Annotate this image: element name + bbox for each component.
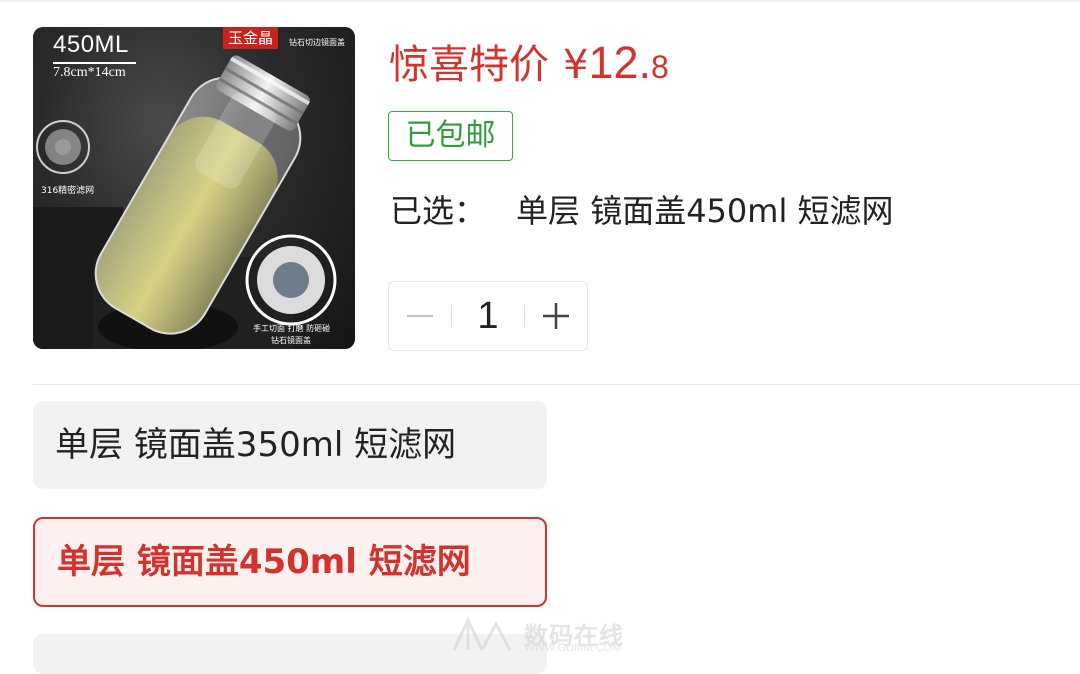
price-label: 惊喜特价 bbox=[389, 42, 549, 88]
selected-value: 单层 镜面盖450ml 短滤网 bbox=[516, 192, 894, 230]
section-divider bbox=[33, 384, 1080, 385]
top-divider bbox=[0, 0, 1080, 2]
lid-name-caption: 钻石镜面盖 bbox=[271, 336, 311, 345]
quantity-stepper: 1 bbox=[388, 281, 588, 351]
lid-detail-caption: 手工切面 打磨 防砸碰 bbox=[253, 324, 331, 333]
brand-stamp: 玉金晶 bbox=[223, 27, 279, 49]
plus-icon bbox=[543, 303, 569, 329]
watermark: 数码在线 WWW.GDMM.COM bbox=[448, 612, 648, 656]
spec-option[interactable]: 单层 镜面盖350ml 短滤网 bbox=[33, 401, 547, 489]
price-currency: ¥ bbox=[563, 42, 589, 88]
minus-icon bbox=[407, 314, 433, 318]
price-decimal: 8 bbox=[651, 49, 669, 85]
filter-caption: 316精密滤网 bbox=[41, 186, 95, 196]
selected-label: 已选： bbox=[390, 192, 487, 230]
watermark-url: WWW.GDMM.COM bbox=[524, 642, 622, 654]
quantity-value[interactable]: 1 bbox=[452, 295, 524, 338]
free-shipping-badge: 已包邮 bbox=[388, 111, 513, 161]
selected-spec: 已选： 单层 镜面盖450ml 短滤网 bbox=[390, 186, 894, 232]
watermark-logo-icon bbox=[452, 616, 512, 651]
price-integer: 12. bbox=[588, 37, 652, 88]
price-row: 惊喜特价 ¥12.8 bbox=[389, 32, 669, 90]
increment-button[interactable] bbox=[525, 282, 587, 350]
decrement-button[interactable] bbox=[389, 282, 451, 350]
size-label: 7.8cm*14cm bbox=[53, 65, 126, 80]
spec-option-selected[interactable]: 单层 镜面盖450ml 短滤网 bbox=[33, 517, 547, 607]
lid-caption: 钻石切边镜面盖 bbox=[289, 38, 345, 47]
product-image[interactable]: 450ML 7.8cm*14cm 玉金晶 钻石切边镜面盖 316精密滤网 手工切… bbox=[33, 27, 355, 349]
capacity-divider bbox=[53, 62, 136, 64]
capacity-label: 450ML bbox=[53, 31, 129, 58]
